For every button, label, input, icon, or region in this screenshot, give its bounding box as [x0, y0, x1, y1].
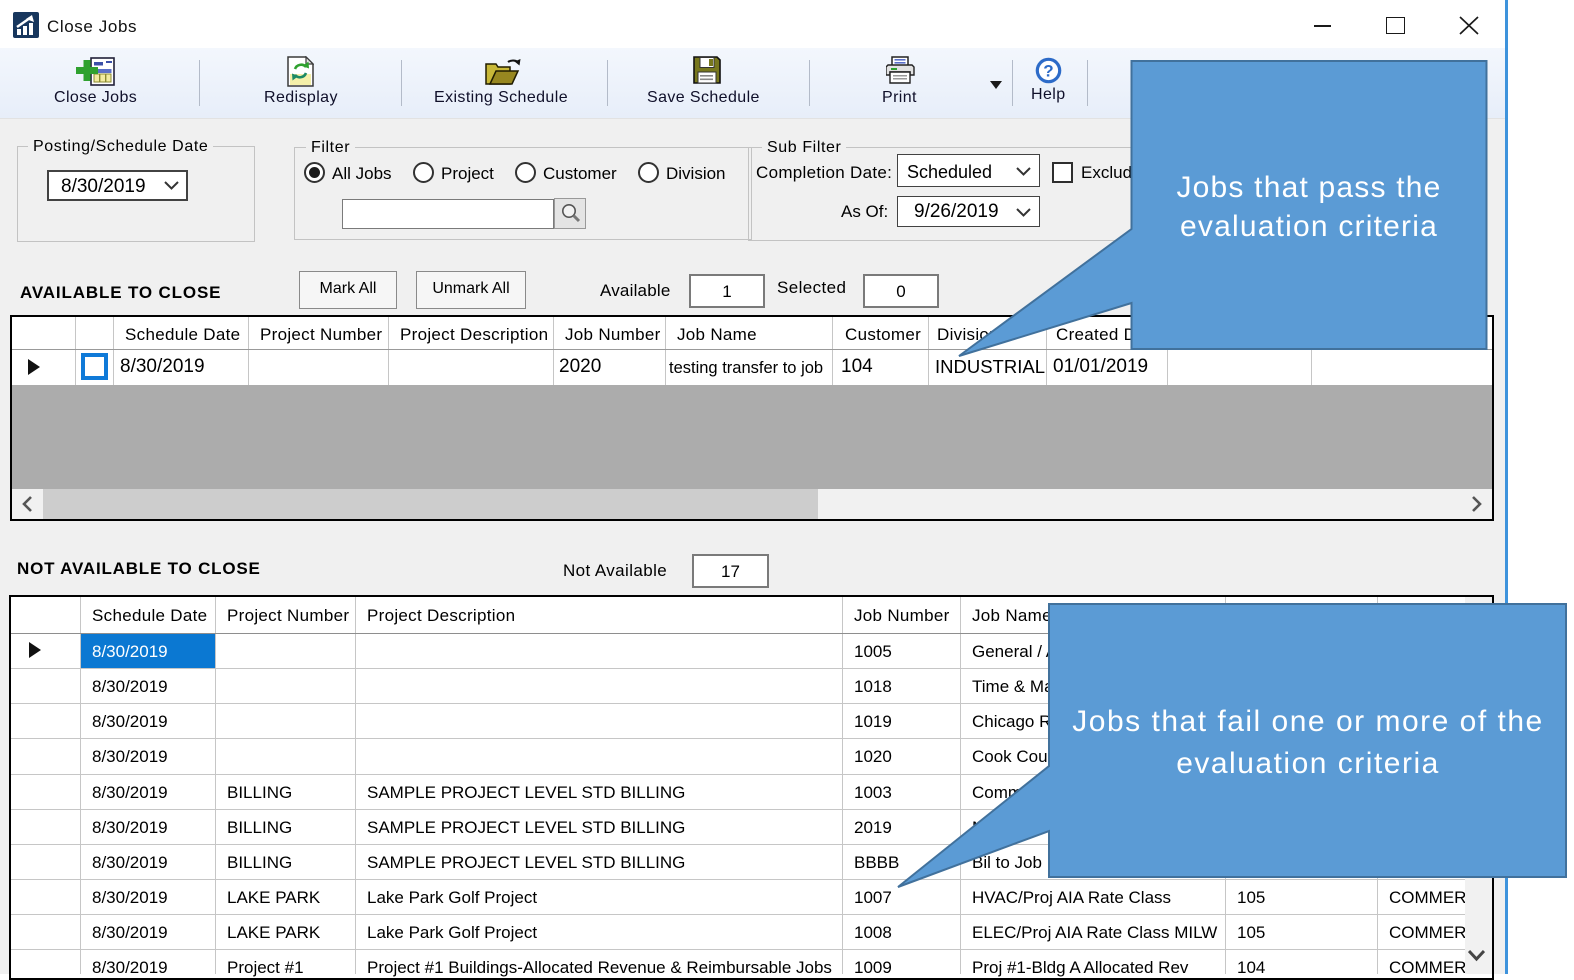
- svg-text:evaluation criteria: evaluation criteria: [1180, 210, 1438, 243]
- svg-text:Jobs that pass the: Jobs that pass the: [1176, 171, 1441, 204]
- svg-text:evaluation criteria: evaluation criteria: [1176, 747, 1440, 780]
- svg-text:Jobs that fail one or more of: Jobs that fail one or more of the: [1072, 705, 1543, 738]
